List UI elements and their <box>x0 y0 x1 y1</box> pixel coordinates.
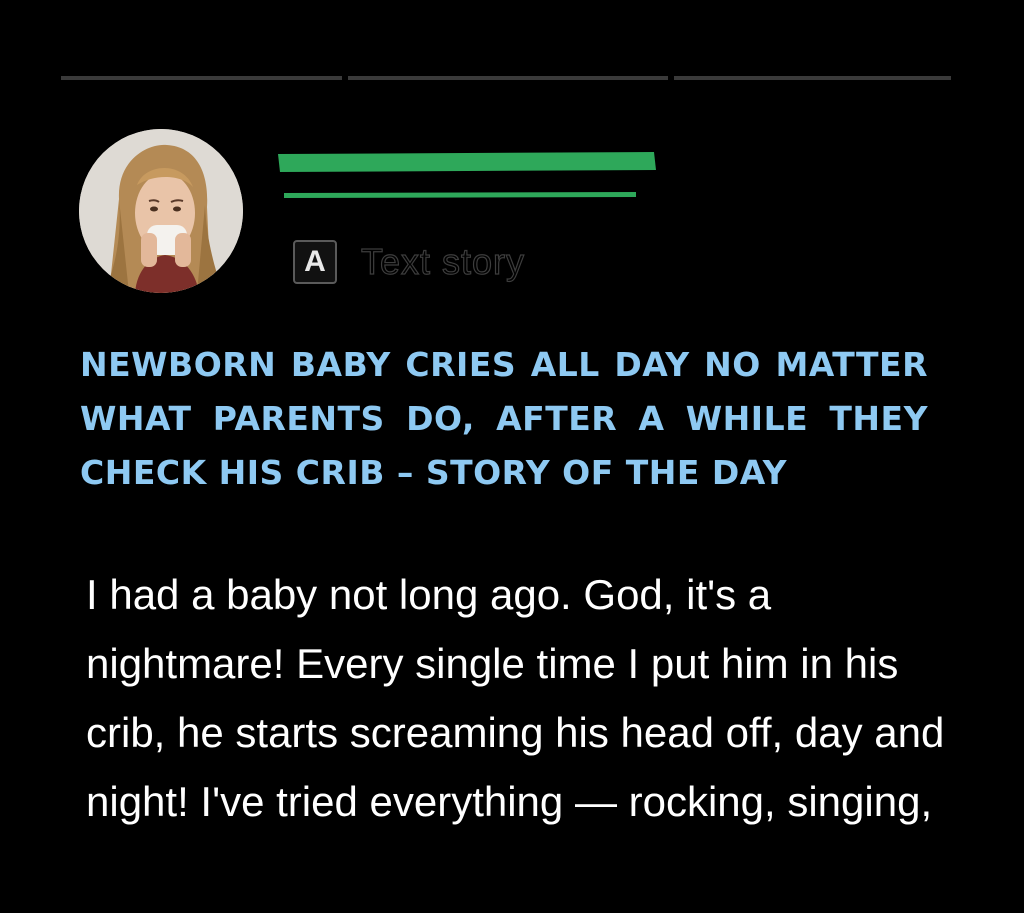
progress-segment-3 <box>674 76 951 80</box>
story-headline: NEWBORN BABY CRIES ALL DAY NO MATTER WHA… <box>80 345 928 492</box>
progress-segment-2 <box>348 76 668 80</box>
woman-crying-photo-icon <box>79 129 243 293</box>
author-name-redacted <box>274 148 658 202</box>
progress-segment-1 <box>61 76 342 80</box>
avatar[interactable] <box>79 129 243 293</box>
text-story-icon: A <box>293 240 337 284</box>
story-type-badge: A Text story <box>293 240 525 284</box>
story-type-label: Text story <box>360 240 526 282</box>
story-progress-bar <box>0 76 1024 80</box>
story-body-text: I had a baby not long ago. God, it's a n… <box>86 571 945 825</box>
